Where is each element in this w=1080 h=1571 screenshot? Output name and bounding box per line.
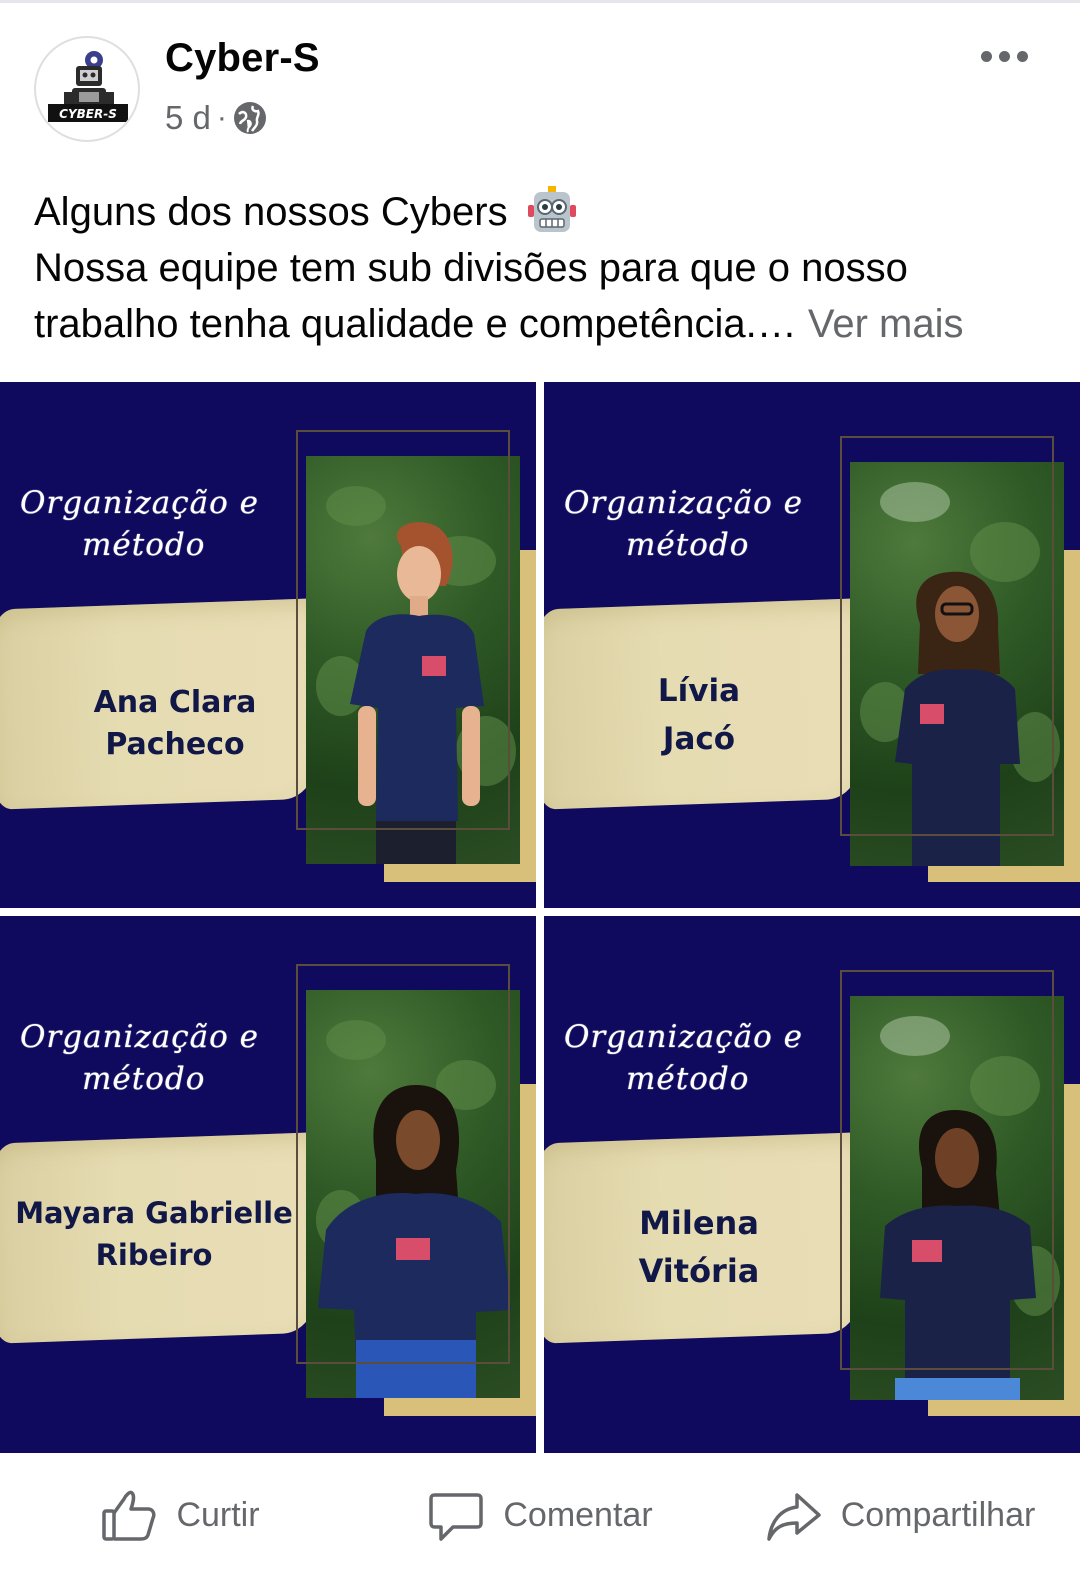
member-name-line-1: Ana Clara (93, 685, 257, 720)
like-label: Curtir (176, 1496, 260, 1534)
cyber-s-logo-icon: CYBER-S (37, 39, 137, 139)
gold-accent (518, 550, 536, 860)
share-button[interactable]: Compartilhar (720, 1460, 1080, 1571)
post-text-line-3: trabalho tenha qualidade e competência.…… (34, 296, 1064, 352)
post-timestamp[interactable]: 5 d (165, 99, 211, 137)
share-arrow-icon (766, 1492, 821, 1541)
member-name: Lívia Jacó (544, 667, 874, 763)
team-title-line-1: Organização e (20, 1019, 259, 1055)
more-options-button[interactable] (970, 36, 1038, 76)
member-name: Mayara Gabrielle Ribeiro (0, 1192, 322, 1276)
like-button[interactable]: Curtir (0, 1460, 360, 1571)
photo-frame (840, 436, 1054, 836)
photo-frame (296, 430, 510, 830)
team-title-line-1: Organização e (564, 1019, 803, 1055)
gold-accent (1062, 1084, 1080, 1394)
photo-tile[interactable]: Organização e método Milena Vitória (544, 916, 1080, 1453)
photo-tile[interactable]: Organização e método Mayara Gabrielle Ri… (0, 916, 536, 1453)
team-title-line-2: método (626, 527, 750, 563)
member-name: Ana Clara Pacheco (0, 682, 350, 766)
team-title-line-2: método (82, 1061, 206, 1097)
team-title-line-1: Organização e (564, 485, 803, 521)
meta-separator: · (216, 101, 227, 134)
post-text-line-3-content: trabalho tenha qualidade e competência.… (34, 302, 797, 346)
member-name-line-1: Lívia (657, 673, 741, 709)
photo-grid: Organização e método Ana Clara Pacheco O… (0, 382, 1080, 1453)
globe-icon[interactable] (233, 101, 267, 135)
top-divider (0, 0, 1080, 3)
more-dot-icon (980, 50, 992, 62)
gold-accent (518, 1084, 536, 1394)
comment-button[interactable]: Comentar (360, 1460, 720, 1571)
photo-frame (296, 964, 510, 1364)
robot-face-emoji-icon (527, 186, 576, 232)
more-dot-icon (1016, 50, 1028, 62)
comment-label: Comentar (503, 1496, 653, 1534)
team-title: Organização e método (20, 1016, 320, 1100)
post-text-line-1: Alguns dos nossos Cybers (34, 184, 1064, 240)
photo-tile[interactable]: Organização e método Lívia Jacó (544, 382, 1080, 908)
svg-text:CYBER-S: CYBER-S (59, 107, 117, 121)
team-title: Organização e método (564, 482, 864, 566)
team-title: Organização e método (564, 1016, 864, 1100)
member-name: Milena Vitória (544, 1199, 874, 1295)
member-name-line-2: Ribeiro (95, 1238, 213, 1272)
member-name-line-2: Vitória (638, 1252, 760, 1290)
member-name-line-2: Pacheco (105, 727, 245, 762)
share-label: Compartilhar (840, 1496, 1036, 1534)
post-text-line-1-content: Alguns dos nossos Cybers (34, 190, 508, 234)
member-name-line-2: Jacó (662, 721, 736, 757)
post-text: Alguns dos nossos Cybers Nossa equipe te… (34, 184, 1064, 352)
more-dot-icon (998, 50, 1010, 62)
photo-tile[interactable]: Organização e método Ana Clara Pacheco (0, 382, 536, 908)
team-title-line-2: método (82, 527, 206, 563)
post-text-line-2: Nossa equipe tem sub divisões para que o… (34, 246, 908, 290)
page-avatar[interactable]: CYBER-S (34, 36, 140, 142)
team-title: Organização e método (20, 482, 320, 566)
team-title-line-1: Organização e (20, 485, 259, 521)
member-name-line-1: Mayara Gabrielle (15, 1196, 293, 1230)
post-action-bar: Curtir Comentar Compartilhar (0, 1460, 1080, 1571)
member-name-line-1: Milena (639, 1204, 759, 1242)
thumbs-up-icon (102, 1490, 156, 1541)
comment-bubble-icon (429, 1492, 484, 1541)
page-name-link[interactable]: Cyber-S (165, 36, 320, 81)
see-more-link[interactable]: Ver mais (808, 302, 964, 346)
team-title-line-2: método (626, 1061, 750, 1097)
photo-frame (840, 970, 1054, 1370)
gold-accent (1062, 550, 1080, 860)
post-meta: 5 d · (165, 98, 267, 138)
